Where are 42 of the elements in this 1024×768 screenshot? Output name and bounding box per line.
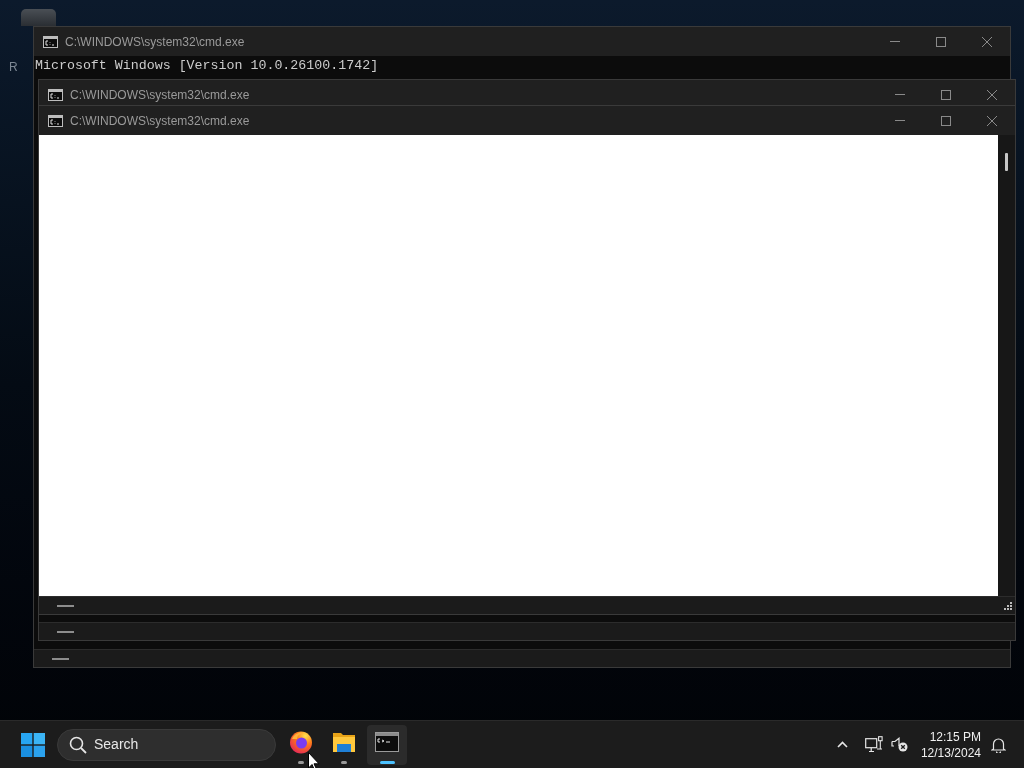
running-indicator bbox=[298, 760, 304, 764]
folder-icon bbox=[332, 730, 356, 753]
horizontal-scrollbar[interactable] bbox=[39, 622, 1015, 640]
minimize-icon bbox=[890, 41, 900, 42]
running-indicator bbox=[341, 760, 347, 764]
maximize-icon bbox=[941, 115, 951, 126]
maximize-icon bbox=[936, 36, 946, 47]
window-title: C:\WINDOWS\system32\cmd.exe bbox=[70, 112, 250, 130]
console-icon bbox=[48, 88, 63, 101]
cursor-icon bbox=[308, 752, 320, 768]
scrollbar-thumb[interactable] bbox=[57, 604, 74, 607]
windows-logo-icon bbox=[21, 732, 45, 757]
close-icon bbox=[982, 36, 992, 47]
console-icon bbox=[48, 114, 63, 127]
speaker-muted-icon bbox=[891, 737, 909, 752]
chevron-up-icon bbox=[837, 741, 849, 748]
vertical-scrollbar[interactable] bbox=[998, 135, 1015, 596]
scrollbar-thumb[interactable] bbox=[57, 630, 74, 633]
maximize-icon bbox=[941, 89, 951, 100]
console-icon bbox=[375, 731, 399, 752]
console-icon bbox=[43, 35, 58, 48]
clock[interactable]: 12:15 PM 12/13/2024 bbox=[920, 724, 982, 765]
close-icon bbox=[987, 89, 997, 100]
taskbar-app[interactable] bbox=[367, 724, 407, 765]
window-title: C:\WINDOWS\system32\cmd.exe bbox=[65, 33, 245, 51]
resize-grip-icon bbox=[1003, 601, 1012, 610]
search-icon bbox=[69, 735, 87, 754]
window-title: C:\WINDOWS\system32\cmd.exe bbox=[70, 86, 250, 104]
horizontal-scrollbar[interactable] bbox=[39, 596, 1015, 614]
minimize-icon bbox=[895, 120, 905, 121]
desktop-icon-label: R bbox=[9, 59, 18, 76]
console-line: Microsoft Windows [Version 10.0.26100.1742] bbox=[35, 58, 380, 74]
close-icon bbox=[987, 115, 997, 126]
search-box[interactable]: Search bbox=[57, 728, 276, 761]
scrollbar-thumb[interactable] bbox=[1005, 153, 1008, 171]
horizontal-scrollbar[interactable] bbox=[34, 649, 1010, 667]
minimize-icon bbox=[895, 94, 905, 95]
running-indicator bbox=[379, 760, 395, 764]
wired-network-icon bbox=[864, 736, 883, 753]
scrollbar-thumb[interactable] bbox=[52, 657, 69, 660]
bell-icon bbox=[990, 736, 1006, 753]
fox-globe-icon bbox=[289, 729, 313, 754]
